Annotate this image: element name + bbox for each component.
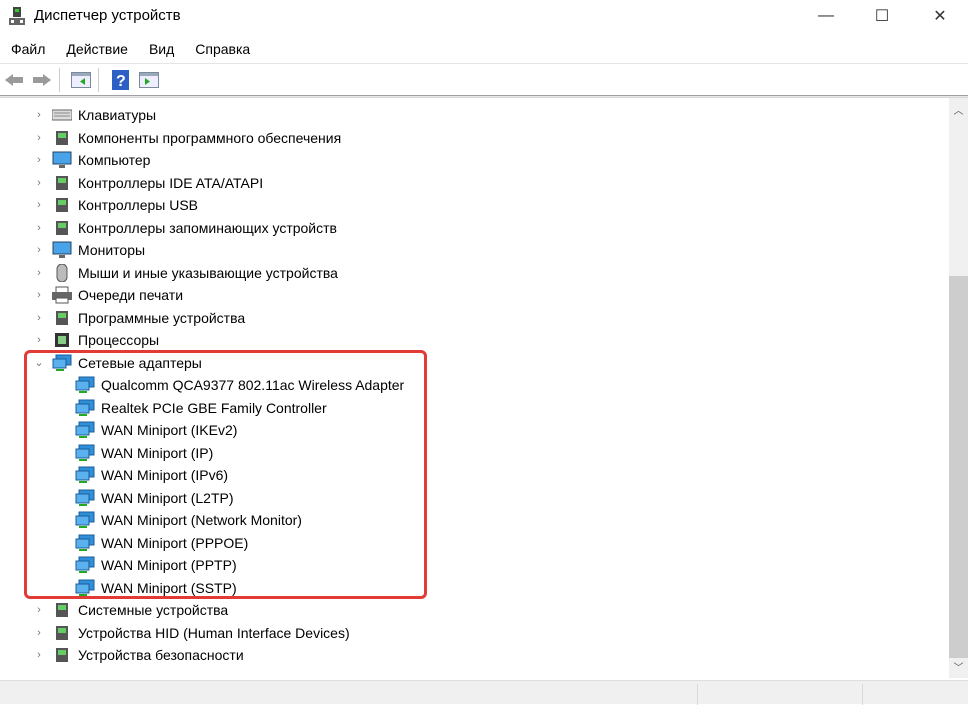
tree-item-label: Программные устройства	[78, 309, 246, 326]
back-arrow-icon[interactable]	[3, 69, 25, 91]
expand-chevron-icon[interactable]: ›	[34, 132, 44, 144]
title-bar: Диспетчер устройств — ☐ ✕	[0, 0, 968, 34]
expand-chevron-icon[interactable]: ›	[34, 177, 44, 189]
tree-category[interactable]: › Процессоры	[37, 329, 160, 351]
monitor-icon	[52, 241, 72, 259]
scrollbar-thumb[interactable]	[949, 276, 968, 658]
printer-icon	[52, 286, 72, 304]
toolbar-divider	[0, 95, 968, 98]
tree-item-label: Мыши и иные указывающие устройства	[78, 264, 338, 281]
menu-file[interactable]: Файл	[0, 38, 55, 62]
software-component-icon	[52, 129, 72, 147]
forward-arrow-icon[interactable]	[31, 69, 53, 91]
hid-icon	[52, 624, 72, 642]
status-bar	[0, 680, 968, 705]
tree-category[interactable]: › Клавиатуры	[37, 104, 157, 126]
minimize-button[interactable]: —	[803, 0, 849, 32]
highlight-box	[24, 350, 427, 599]
tree-item-label: Системные устройства	[78, 602, 229, 618]
close-button[interactable]: ✕	[917, 0, 963, 32]
tree-category[interactable]: › Устройства безопасности	[37, 644, 244, 666]
software-device-icon	[52, 309, 72, 327]
keyboard-icon	[51, 106, 73, 124]
expand-chevron-icon[interactable]: ›	[34, 289, 44, 301]
tree-item-label: Компьютер	[78, 152, 151, 168]
expand-chevron-icon[interactable]: ›	[34, 222, 44, 234]
expand-chevron-icon[interactable]: ›	[34, 649, 44, 661]
help-icon[interactable]: ?	[109, 69, 131, 91]
toolbar: ?	[0, 63, 968, 95]
svg-text:?: ?	[116, 73, 126, 90]
usb-icon	[52, 196, 72, 214]
tree-item-label: Контроллеры запоминающих устройств	[78, 219, 337, 236]
window-title: Диспетчер устройств	[34, 7, 181, 24]
maximize-button[interactable]: ☐	[859, 0, 905, 32]
tree-category[interactable]: › Устройства HID (Human Interface Devices…	[37, 622, 350, 644]
action-pane-icon[interactable]	[138, 69, 160, 91]
tree-item-label: Мониторы	[78, 242, 146, 258]
scroll-down-icon[interactable]: ﹀	[949, 659, 968, 674]
computer-icon	[52, 151, 72, 169]
tree-item-label: Компоненты программного обеспечения	[78, 129, 342, 146]
menu-bar: Файл Действие Вид Справка	[0, 38, 968, 62]
menu-help[interactable]: Справка	[184, 38, 260, 62]
processor-icon	[52, 331, 72, 349]
mouse-icon	[52, 263, 72, 282]
tree-category[interactable]: › Контроллеры USB	[37, 194, 198, 216]
tree-category[interactable]: › Контроллеры IDE ATA/ATAPI	[37, 172, 264, 194]
tree-item-label: Контроллеры IDE ATA/ATAPI	[78, 174, 264, 191]
show-hide-console-tree-icon[interactable]	[70, 69, 92, 91]
tree-category[interactable]: › Программные устройства	[37, 307, 246, 329]
tree-category[interactable]: › Мыши и иные указывающие устройства	[37, 262, 338, 284]
tree-category[interactable]: › Компьютер	[37, 149, 151, 171]
tree-item-label: Устройства безопасности	[78, 647, 244, 663]
expand-chevron-icon[interactable]: ›	[34, 267, 44, 279]
expand-chevron-icon[interactable]: ›	[34, 312, 44, 324]
system-icon	[52, 601, 72, 619]
tree-item-label: Клавиатуры	[78, 107, 157, 123]
tree-item-label: Очереди печати	[78, 287, 184, 303]
tree-category[interactable]: › Мониторы	[37, 239, 146, 261]
expand-chevron-icon[interactable]: ›	[34, 199, 44, 211]
expand-chevron-icon[interactable]: ›	[34, 109, 44, 121]
tree-item-label: Процессоры	[78, 332, 160, 348]
ide-icon	[52, 174, 72, 192]
tree-category[interactable]: › Контроллеры запоминающих устройств	[37, 217, 337, 239]
expand-chevron-icon[interactable]: ›	[34, 334, 44, 346]
menu-view[interactable]: Вид	[138, 38, 184, 62]
tree-category[interactable]: › Системные устройства	[37, 599, 229, 621]
vertical-scrollbar[interactable]: ︿ ﹀	[949, 98, 968, 678]
security-icon	[52, 646, 72, 664]
tree-category[interactable]: › Компоненты программного обеспечения	[37, 127, 342, 149]
menu-action[interactable]: Действие	[55, 38, 138, 62]
tree-item-label: Устройства HID (Human Interface Devices)	[78, 624, 350, 641]
expand-chevron-icon[interactable]: ›	[34, 604, 44, 616]
expand-chevron-icon[interactable]: ›	[34, 244, 44, 256]
storage-icon	[52, 219, 72, 237]
expand-chevron-icon[interactable]: ›	[34, 627, 44, 639]
expand-chevron-icon[interactable]: ›	[34, 154, 44, 166]
scroll-up-icon[interactable]: ︿	[949, 102, 968, 117]
device-manager-icon	[9, 7, 25, 25]
tree-category[interactable]: › Очереди печати	[37, 284, 184, 306]
tree-item-label: Контроллеры USB	[78, 197, 198, 213]
